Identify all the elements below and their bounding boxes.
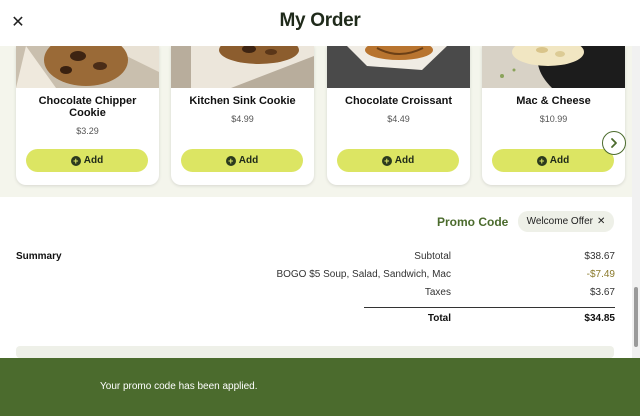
total-value: $34.85 (584, 313, 615, 324)
product-card[interactable]: Chocolate Chipper Cookie $3.29 + Add (16, 46, 159, 185)
add-label: Add (83, 155, 104, 166)
discount-label: BOGO $5 Soup, Salad, Sandwich, Mac (276, 269, 451, 280)
plus-icon: + (225, 155, 236, 166)
remove-icon[interactable]: ✕ (597, 216, 605, 227)
product-price: $4.99 (231, 114, 254, 124)
product-carousel: Chocolate Chipper Cookie $3.29 + Add Kitc… (0, 46, 632, 197)
product-name: Kitchen Sink Cookie (189, 95, 296, 107)
add-button[interactable]: + Add (492, 149, 614, 172)
product-card[interactable]: Mac & Cheese $10.99 + Add (482, 46, 625, 185)
product-price: $4.49 (387, 114, 410, 124)
plus-icon: + (536, 155, 547, 166)
product-name: Chocolate Croissant (345, 95, 452, 107)
subtotal-label: Subtotal (414, 251, 451, 262)
taxes-value: $3.67 (589, 287, 615, 298)
subtotal-value: $38.67 (584, 251, 615, 262)
promo-code-value: Welcome Offer (526, 216, 593, 227)
plus-icon: + (70, 155, 81, 166)
product-name: Chocolate Chipper Cookie (38, 95, 137, 119)
discount-value: -$7.49 (586, 269, 615, 280)
croissant-image (327, 46, 470, 88)
chevron-right-icon[interactable] (602, 131, 626, 155)
add-label: Add (394, 155, 415, 166)
page-title: My Order (279, 10, 361, 31)
cookie-image (16, 46, 159, 88)
toast-notification: Your promo code has been applied. (0, 358, 640, 416)
cookie-image (171, 46, 314, 88)
next-section-edge (16, 346, 614, 358)
promo-code-chip[interactable]: Welcome Offer ✕ (518, 211, 614, 232)
product-price: $10.99 (539, 114, 568, 124)
header: ✕ My Order (0, 0, 640, 46)
toast-message: Your promo code has been applied. (100, 381, 258, 392)
add-button[interactable]: + Add (181, 149, 303, 172)
mac-and-cheese-image (482, 46, 625, 88)
product-name: Mac & Cheese (516, 95, 591, 107)
add-label: Add (238, 155, 259, 166)
product-card[interactable]: Kitchen Sink Cookie $4.99 + Add (171, 46, 314, 185)
plus-icon: + (381, 155, 392, 166)
summary-label: Summary (16, 251, 62, 262)
product-card[interactable]: Chocolate Croissant $4.49 + Add (327, 46, 470, 185)
divider (364, 307, 615, 308)
add-button[interactable]: + Add (337, 149, 459, 172)
scrollbar-thumb[interactable] (634, 287, 638, 347)
total-label: Total (427, 313, 451, 324)
add-label: Add (549, 155, 570, 166)
promo-code-label: Promo Code (437, 215, 509, 229)
taxes-label: Taxes (424, 287, 451, 298)
add-button[interactable]: + Add (26, 149, 148, 172)
product-price: $3.29 (76, 126, 99, 136)
